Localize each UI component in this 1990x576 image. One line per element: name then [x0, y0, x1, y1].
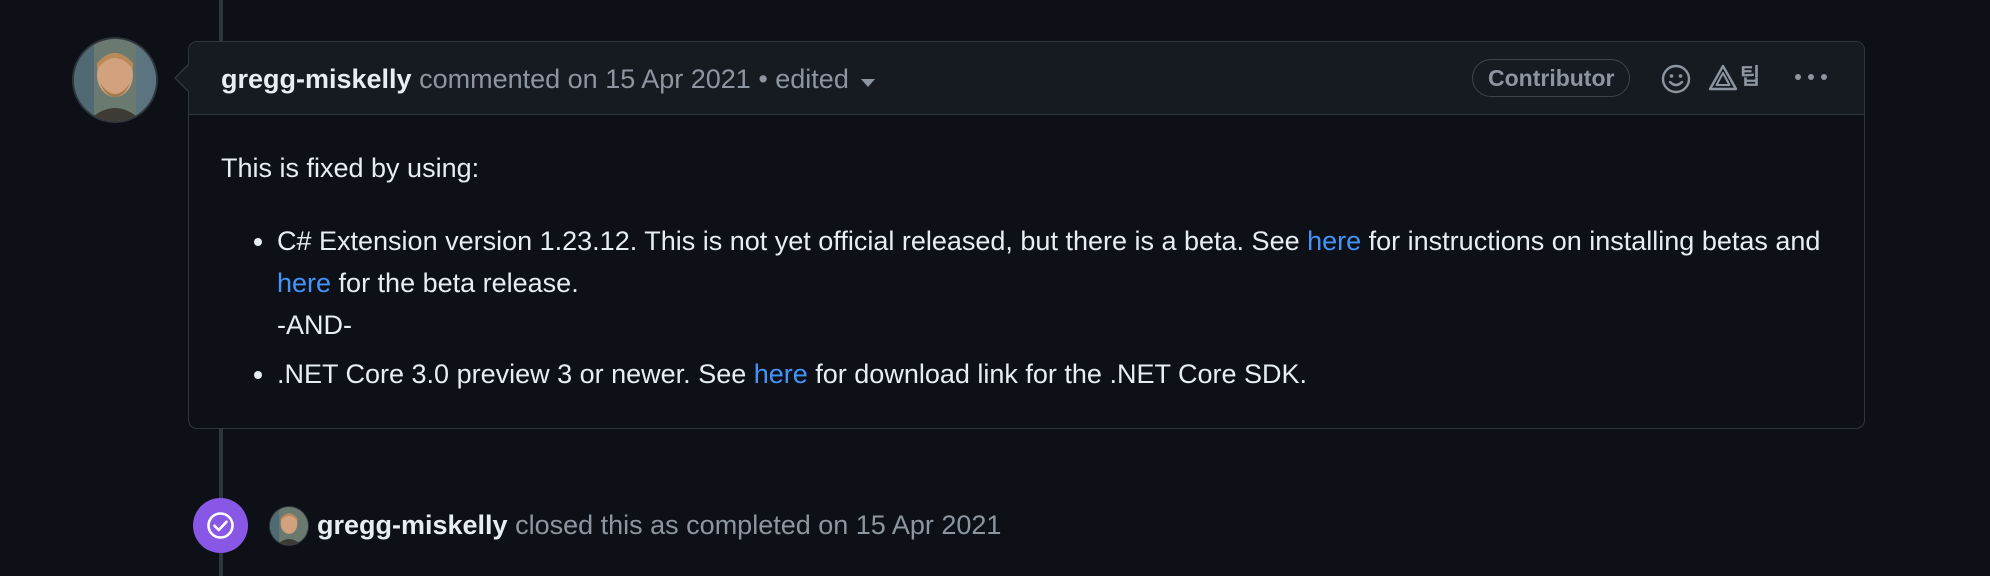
contributor-badge: Contributor — [1472, 59, 1631, 97]
list-item: .NET Core 3.0 preview 3 or newer. See he… — [277, 353, 1832, 395]
event-actor-link[interactable]: gregg-miskelly — [317, 510, 508, 540]
comment-body: This is fixed by using: C# Extension ver… — [189, 115, 1864, 395]
check-circle-icon — [207, 512, 234, 539]
caret-down-icon[interactable] — [860, 78, 875, 87]
author-avatar[interactable] — [74, 39, 156, 121]
comment-header: gregg-miskelly commented on 15 Apr 2021 … — [189, 42, 1864, 115]
actor-avatar-image — [270, 507, 308, 545]
item-text: for the beta release. — [331, 268, 579, 298]
closed-event-text: gregg-miskelly closed this as completed … — [317, 507, 1001, 543]
tip-label: 팁 — [1740, 64, 1761, 89]
item-text: for instructions on installing betas and — [1361, 226, 1821, 256]
comment-header-text: gregg-miskelly commented on 15 Apr 2021 … — [221, 62, 875, 96]
comment-intro: This is fixed by using: — [221, 153, 480, 183]
comment-meta[interactable]: commented on 15 Apr 2021 • edited — [419, 64, 849, 94]
actor-avatar[interactable] — [270, 507, 308, 545]
and-separator: -AND- — [277, 310, 352, 340]
smiley-icon[interactable] — [1660, 63, 1692, 95]
beta-instructions-link[interactable]: here — [1307, 226, 1361, 256]
comment-pointer-fill — [176, 65, 189, 91]
comment-card: gregg-miskelly commented on 15 Apr 2021 … — [188, 41, 1865, 429]
event-action[interactable]: closed this as completed on 15 Apr 2021 — [515, 510, 1001, 540]
list-item: C# Extension version 1.23.12. This is no… — [277, 220, 1832, 346]
beta-release-link[interactable]: here — [277, 268, 331, 298]
closed-event-badge — [193, 498, 248, 553]
alert-icon — [1708, 64, 1738, 91]
kebab-icon[interactable] — [1793, 65, 1829, 89]
comment-list: C# Extension version 1.23.12. This is no… — [221, 220, 1832, 395]
item-text: for download link for the .NET Core SDK. — [807, 359, 1308, 389]
author-avatar-image — [74, 39, 156, 121]
tip-button[interactable]: 팁 — [1707, 62, 1763, 94]
item-text: .NET Core 3.0 preview 3 or newer. See — [277, 359, 754, 389]
sdk-download-link[interactable]: here — [754, 359, 808, 389]
item-text: C# Extension version 1.23.12. This is no… — [277, 226, 1308, 256]
comment-author-link[interactable]: gregg-miskelly — [221, 64, 412, 94]
